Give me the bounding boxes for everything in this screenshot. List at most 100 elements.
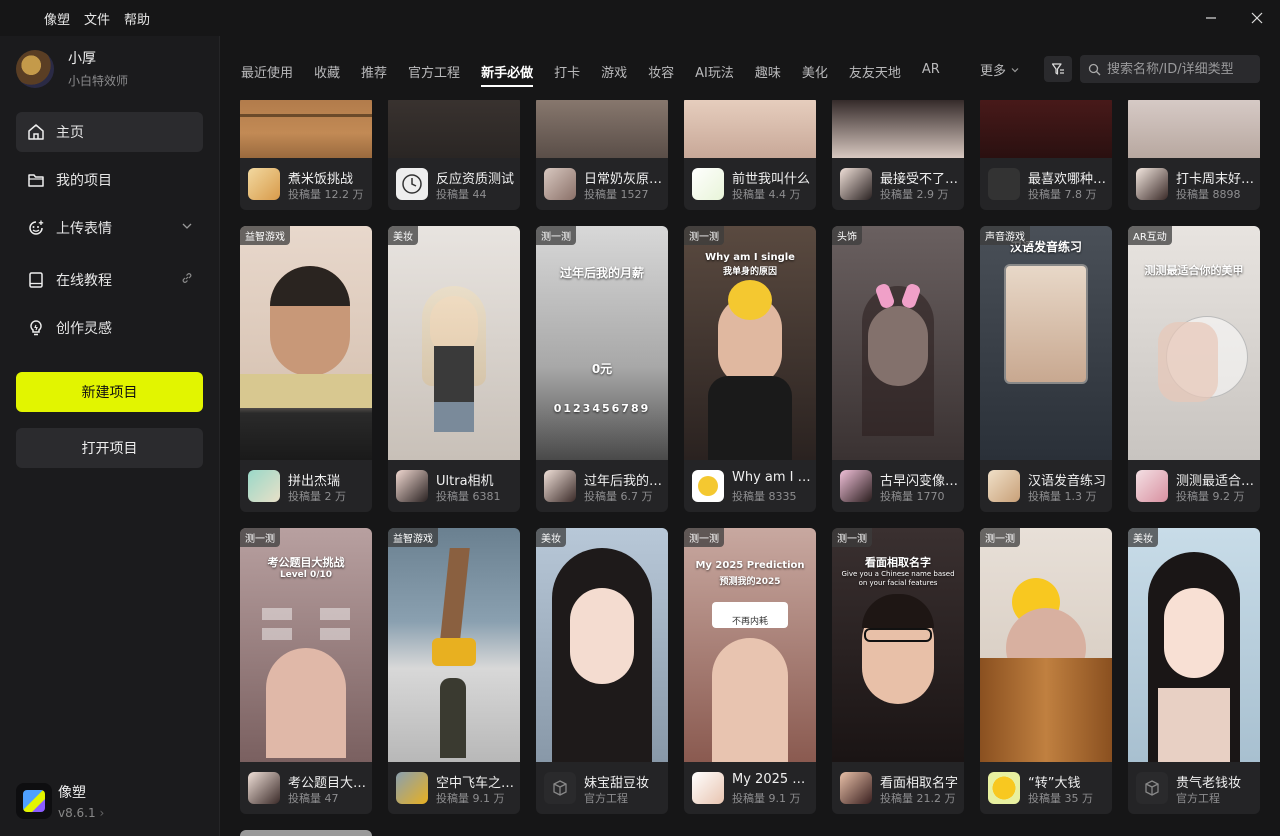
template-card[interactable]: Why am I single 我单身的原因 测一测 Why am I si..… — [684, 226, 816, 512]
filter-button[interactable] — [1044, 56, 1072, 82]
template-card[interactable]: 反应资质测试 投稿量 44 — [388, 100, 520, 210]
template-card[interactable]: 美妆 Ultra相机 投稿量 6381 — [388, 226, 520, 512]
search-input[interactable] — [1107, 61, 1257, 77]
menu-app[interactable]: 像塑 — [44, 9, 70, 28]
template-thumbnail: 测一测 — [980, 528, 1112, 762]
template-title: 考公题目大挑... — [288, 776, 368, 791]
tab-checkin[interactable]: 打卡 — [554, 62, 580, 85]
tab-ai[interactable]: AI玩法 — [695, 62, 734, 85]
template-title: 煮米饭挑战 — [288, 172, 354, 187]
template-card[interactable]: 煮米饭挑战 投稿量 12.2 万 — [240, 100, 372, 210]
template-card[interactable]: 汉语发音练习 声音游戏 汉语发音练习 投稿量 1.3 万 — [980, 226, 1112, 512]
chevron-down-icon[interactable] — [181, 220, 193, 235]
tab-official[interactable]: 官方工程 — [408, 62, 460, 85]
category-badge: 美妆 — [1128, 528, 1158, 547]
tab-makeup[interactable]: 妆容 — [648, 62, 674, 85]
tab-beautify[interactable]: 美化 — [802, 62, 828, 85]
category-badge: 益智游戏 — [388, 528, 438, 547]
menu-file[interactable]: 文件 — [84, 9, 110, 28]
template-thumbnail — [980, 100, 1112, 158]
thumb-title: 看面相取名字 — [865, 556, 931, 569]
category-tabs: 最近使用 收藏 推荐 官方工程 新手必做 打卡 游戏 妆容 AI玩法 趣味 美化… — [241, 62, 961, 87]
thumb-subtitle: Give you a Chinese name based on your fa… — [841, 570, 955, 587]
template-card[interactable]: 最接受不了男... 投稿量 2.9 万 — [832, 100, 964, 210]
close-icon[interactable] — [1234, 0, 1280, 36]
template-thumbnail: 头饰 — [832, 226, 964, 460]
sidebar-item-inspiration[interactable]: 创作灵感 — [16, 308, 203, 348]
title-bar: 像塑 文件 帮助 — [0, 0, 1280, 36]
template-title: 汉语发音练习 — [1028, 474, 1107, 489]
tab-recommended[interactable]: 推荐 — [361, 62, 387, 85]
template-card[interactable]: 测测最适合你的美甲 AR互动 测测最适合你... 投稿量 9.2 万 — [1128, 226, 1260, 512]
category-badge: 测一测 — [980, 528, 1020, 547]
thumb-title: 测测最适合你的美甲 — [1144, 264, 1244, 277]
filter-icon — [1051, 63, 1064, 75]
tab-fun[interactable]: 趣味 — [755, 62, 781, 85]
template-icon — [1136, 470, 1168, 502]
tab-games[interactable]: 游戏 — [601, 62, 627, 85]
app-version: v8.6.1 › — [58, 806, 105, 820]
template-title: Why am I si... — [732, 470, 812, 485]
template-stats: 投稿量 9.1 万 — [732, 792, 801, 805]
template-card[interactable]: 前世我叫什么 投稿量 4.4 万 — [684, 100, 816, 210]
template-card[interactable]: 美妆 妹宝甜豆妆 官方工程 — [536, 528, 668, 814]
template-icon — [692, 772, 724, 804]
app-name: 像塑 — [58, 785, 86, 801]
template-thumbnail — [1128, 100, 1260, 158]
sidebar-item-my-projects[interactable]: 我的项目 — [16, 160, 203, 200]
template-card[interactable]: 看面相取名字 Give you a Chinese name based on … — [832, 528, 964, 814]
search-box[interactable] — [1080, 55, 1260, 83]
template-card[interactable]: 益智游戏 空中飞车之吊... 投稿量 9.1 万 — [388, 528, 520, 814]
new-project-button[interactable]: 新建项目 — [16, 372, 203, 412]
sidebar-item-tutorials[interactable]: 在线教程 — [16, 260, 203, 300]
tab-favorites[interactable]: 收藏 — [314, 62, 340, 85]
tab-friends[interactable]: 友友天地 — [849, 62, 901, 85]
sidebar-item-label: 在线教程 — [56, 273, 112, 289]
user-profile[interactable]: 小厚 小白特效师 — [16, 48, 128, 89]
template-stats: 投稿量 44 — [436, 188, 487, 201]
category-badge: AR互动 — [1128, 226, 1172, 245]
app-info[interactable]: 像塑 v8.6.1 › — [16, 782, 104, 820]
minimize-icon[interactable] — [1188, 0, 1234, 36]
template-title: 妹宝甜豆妆 — [584, 776, 650, 791]
tab-ar[interactable]: AR — [922, 62, 940, 85]
template-title: 拼出杰瑞 — [288, 474, 341, 489]
template-card[interactable]: 美妆 贵气老钱妆 官方工程 — [1128, 528, 1260, 814]
template-card[interactable]: 考公题目大挑战 Level 0/10 测一测 考公题目大挑... 投稿量 47 — [240, 528, 372, 814]
template-card[interactable]: 过年后我的月薪 0元 0123456789 测一测 过年后我的月... 投稿量 … — [536, 226, 668, 512]
template-title: 打卡周末好心... — [1176, 172, 1256, 187]
template-stats: 投稿量 21.2 万 — [880, 792, 956, 805]
template-title: 日常奶灰原相... — [584, 172, 664, 187]
template-card[interactable]: My 2025 Prediction 预测我的2025 不再内耗 测一测 My … — [684, 528, 816, 814]
sidebar-item-home[interactable]: 主页 — [16, 112, 203, 152]
sidebar-item-label: 上传表情 — [56, 221, 112, 237]
template-icon — [544, 470, 576, 502]
template-stats: 投稿量 6381 — [436, 490, 501, 503]
tab-beginner[interactable]: 新手必做 — [481, 62, 534, 87]
external-link-icon — [181, 272, 193, 287]
sidebar-nav: 主页 我的项目 上传表情 在线教程 创作灵感 — [16, 112, 203, 356]
template-card[interactable]: 打卡周末好心... 投稿量 8898 — [1128, 100, 1260, 210]
avatar[interactable] — [16, 49, 54, 88]
template-card[interactable] — [240, 830, 372, 836]
more-dropdown[interactable]: 更多 — [980, 60, 1020, 79]
menu-help[interactable]: 帮助 — [124, 9, 150, 28]
tab-recent[interactable]: 最近使用 — [241, 62, 293, 85]
template-card[interactable]: 日常奶灰原相... 投稿量 1527 — [536, 100, 668, 210]
template-card[interactable]: 头饰 古早闪变像素... 投稿量 1770 — [832, 226, 964, 512]
search-icon — [1088, 63, 1101, 75]
thumb-value: 0元 — [591, 362, 613, 376]
template-stats: 投稿量 1770 — [880, 490, 945, 503]
top-bar: 最近使用 收藏 推荐 官方工程 新手必做 打卡 游戏 妆容 AI玩法 趣味 美化… — [220, 36, 1280, 100]
chevron-down-icon — [1011, 68, 1019, 73]
template-thumbnail: Why am I single 我单身的原因 测一测 — [684, 226, 816, 460]
open-project-button[interactable]: 打开项目 — [16, 428, 203, 468]
sidebar-item-upload-emoji[interactable]: 上传表情 — [16, 208, 203, 248]
template-card[interactable]: 益智游戏 拼出杰瑞 投稿量 2 万 — [240, 226, 372, 512]
category-badge: 美妆 — [536, 528, 566, 547]
template-title: 最接受不了男... — [880, 172, 960, 187]
template-icon — [1136, 168, 1168, 200]
template-card[interactable]: 最喜欢哪种中... 投稿量 7.8 万 — [980, 100, 1112, 210]
template-icon — [988, 470, 1020, 502]
template-card[interactable]: 测一测 “转”大钱 投稿量 35 万 — [980, 528, 1112, 814]
